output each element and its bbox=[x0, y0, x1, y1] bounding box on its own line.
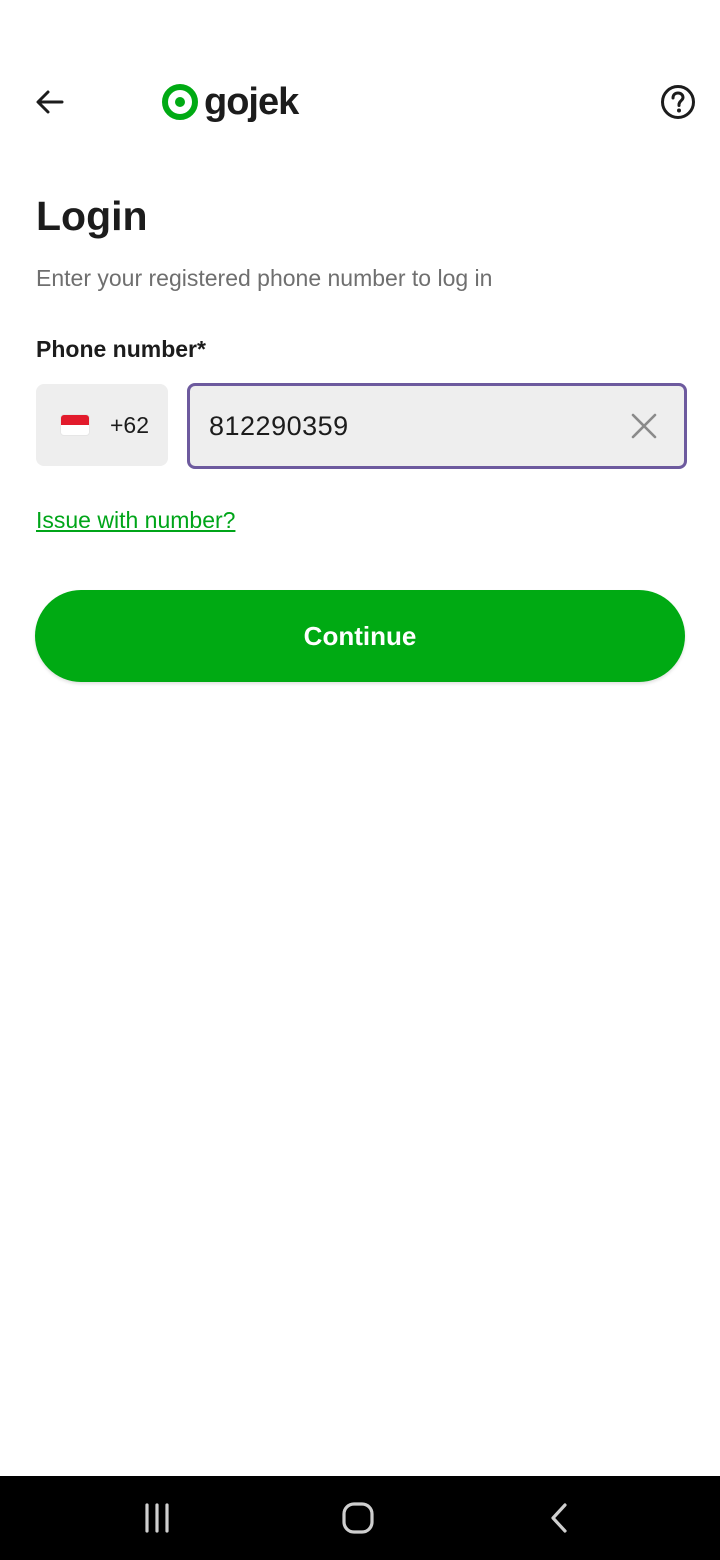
question-circle-icon bbox=[661, 85, 695, 119]
logo-text: gojek bbox=[204, 81, 299, 123]
country-code-text: +62 bbox=[110, 411, 150, 438]
phone-number-field[interactable] bbox=[187, 383, 687, 469]
home-button[interactable] bbox=[338, 1498, 378, 1538]
close-icon bbox=[631, 413, 657, 439]
continue-button[interactable]: Continue bbox=[35, 590, 685, 682]
clear-button[interactable] bbox=[628, 410, 660, 442]
system-back-button[interactable] bbox=[540, 1498, 580, 1538]
page-title: Login bbox=[36, 193, 148, 239]
continue-button-label: Continue bbox=[303, 620, 417, 651]
login-screen: gojek Login Enter your registered phone … bbox=[0, 0, 720, 1560]
issue-with-number-link[interactable]: Issue with number? bbox=[36, 504, 235, 536]
help-button[interactable] bbox=[658, 82, 698, 122]
phone-number-input[interactable] bbox=[209, 410, 589, 442]
back-chevron-icon bbox=[551, 1503, 567, 1533]
indonesia-flag-icon bbox=[60, 414, 90, 436]
arrow-left-icon bbox=[36, 90, 64, 114]
phone-number-label: Phone number* bbox=[36, 336, 206, 362]
recent-apps-button[interactable] bbox=[137, 1498, 177, 1538]
gojek-logo-icon bbox=[162, 84, 198, 120]
system-navigation-bar bbox=[0, 1476, 720, 1560]
page-subtitle: Enter your registered phone number to lo… bbox=[36, 265, 493, 291]
back-button[interactable] bbox=[28, 80, 72, 124]
country-code-selector[interactable]: +62 bbox=[36, 384, 168, 466]
home-icon bbox=[342, 1502, 374, 1534]
header: gojek bbox=[0, 70, 720, 134]
recent-apps-icon bbox=[145, 1503, 169, 1533]
gojek-logo: gojek bbox=[162, 81, 299, 123]
